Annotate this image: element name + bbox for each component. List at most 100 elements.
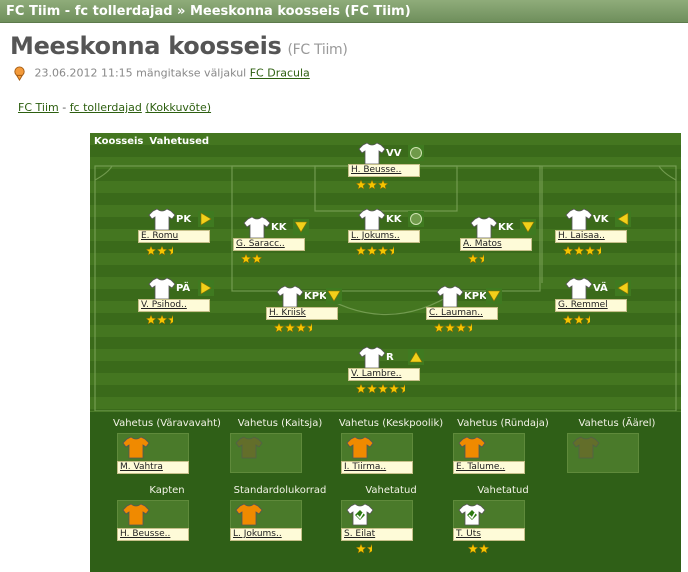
arrow-down-icon[interactable] <box>520 219 536 235</box>
match-text: 23.06.2012 11:15 mängitakse väljakul <box>34 66 247 80</box>
breadcrumb: FC Tiim - fc tollerdajad (Kokkuvõte) <box>18 101 211 114</box>
page-title-sub: (FC Tiim) <box>287 42 348 58</box>
circle-icon[interactable] <box>408 211 424 227</box>
bench-player-name[interactable]: L. Jokums.. <box>230 528 302 541</box>
arrow-left-icon[interactable] <box>615 280 631 296</box>
bench-slot[interactable]: Standardolukorrad L. Jokums.. <box>225 485 335 565</box>
bench-slot[interactable]: Vahetatud T. Uts <box>448 485 558 565</box>
top-sep: » <box>172 4 190 19</box>
player-card[interactable]: KPK C. Lauman.. <box>426 284 506 344</box>
rating-stars <box>468 543 490 554</box>
bench-slot-label: Kapten <box>149 485 185 496</box>
player-card[interactable]: VV H. Beusse.. <box>348 141 428 201</box>
arrow-up-icon[interactable] <box>408 349 424 365</box>
player-card[interactable]: VÄ G. Remmel <box>555 276 635 336</box>
bench-slot[interactable]: Vahetus (Äärel) <box>562 418 672 498</box>
player-position: KK <box>498 222 514 233</box>
empty-shirt-icon <box>235 436 263 459</box>
bench-slot[interactable]: Kapten H. Beusse.. <box>112 485 222 565</box>
player-card[interactable]: KK A. Matos <box>460 215 540 275</box>
bench-player-name[interactable]: H. Beusse.. <box>117 528 189 541</box>
rating-stars <box>356 383 416 394</box>
stadium-link[interactable]: FC Dracula <box>250 67 310 80</box>
player-name[interactable]: V. Lambre.. <box>348 368 420 381</box>
bench-player-name[interactable]: T. Uts <box>453 528 525 541</box>
bench-player-name[interactable]: E. Talume.. <box>453 461 525 474</box>
arrow-right-icon[interactable] <box>198 280 214 296</box>
player-position: KK <box>386 214 402 225</box>
match-info: 23.06.2012 11:15 mängitakse väljakul FC … <box>12 66 310 81</box>
bench-player-name[interactable]: M. Vahtra <box>117 461 189 474</box>
bench-slot-label: Vahetatud <box>477 485 529 496</box>
player-name[interactable]: C. Lauman.. <box>426 307 498 320</box>
player-card[interactable]: KK L. Jokums.. <box>348 207 428 267</box>
player-name[interactable]: A. Matos <box>460 238 532 251</box>
player-position: R <box>386 352 394 363</box>
page-title: Meeskonna koosseis (FC Tiim) <box>10 32 348 60</box>
player-position: KPK <box>304 291 327 302</box>
player-name[interactable]: V. Psihod.. <box>138 299 210 312</box>
player-name[interactable]: H. Kriisk <box>266 307 338 320</box>
player-card[interactable]: R V. Lambre.. <box>348 345 428 405</box>
arrow-down-icon[interactable] <box>293 219 309 235</box>
player-position: KK <box>271 222 287 233</box>
circle-icon[interactable] <box>408 145 424 161</box>
rating-stars <box>563 245 623 257</box>
player-name[interactable]: G. Remmel <box>555 299 627 312</box>
player-card[interactable]: PK E. Romu <box>138 207 218 267</box>
bench-slot[interactable]: Vahetatud S. Eilat <box>336 485 446 565</box>
shirt-icon <box>458 436 486 459</box>
shirt-icon <box>565 208 593 231</box>
shirt-icon <box>470 216 498 239</box>
rating-stars <box>146 245 206 256</box>
player-card[interactable]: KPK H. Kriisk <box>266 284 346 344</box>
empty-shirt-icon <box>572 436 600 459</box>
rating-stars <box>356 179 389 190</box>
top-sep: - <box>60 4 75 19</box>
bench-slot-label: Standardolukorrad <box>233 485 327 496</box>
crumb-team-link[interactable]: fc tollerdajad <box>70 101 142 114</box>
top-breadcrumb-bar: FC Tiim - fc tollerdajad » Meeskonna koo… <box>0 0 688 23</box>
arrow-right-icon[interactable] <box>198 211 214 227</box>
player-name[interactable]: H. Beusse.. <box>348 164 420 177</box>
match-icon <box>14 66 25 81</box>
tab-lineup[interactable]: Koosseis <box>94 136 143 147</box>
shirt-icon <box>235 503 263 526</box>
bench-slot-label: Vahetus (Ründaja) <box>457 418 549 429</box>
crumb-sep: - <box>58 101 70 114</box>
page-title-main: Meeskonna koosseis <box>10 32 282 60</box>
arrow-down-icon[interactable] <box>326 288 342 304</box>
crumb-summary-link[interactable]: (Kokkuvõte) <box>145 101 211 114</box>
rating-stars <box>146 314 206 325</box>
player-name[interactable]: E. Romu <box>138 230 210 243</box>
player-name[interactable]: G. Saracc.. <box>233 238 305 251</box>
arrow-down-icon[interactable] <box>486 288 502 304</box>
shirt-icon <box>436 285 464 308</box>
crumb-club-link[interactable]: FC Tiim <box>18 101 59 114</box>
bench-player-name[interactable]: S. Eilat <box>341 528 413 541</box>
bench-player-name[interactable]: I. Tiirma.. <box>341 461 413 474</box>
top-club-link[interactable]: FC Tiim <box>6 4 60 19</box>
top-team-link[interactable]: fc tollerdajad <box>75 4 173 19</box>
player-position: PK <box>176 214 192 225</box>
shirt-icon <box>148 208 176 231</box>
bench-slot-label: Vahetatud <box>365 485 417 496</box>
rating-stars <box>468 253 528 264</box>
player-card[interactable]: VK H. Laisaa.. <box>555 207 635 267</box>
substituted-shirt-icon <box>346 503 374 526</box>
shirt-icon <box>358 346 386 369</box>
player-position: VV <box>386 148 402 159</box>
shirt-icon <box>346 436 374 459</box>
player-name[interactable]: L. Jokums.. <box>348 230 420 243</box>
bench-slot-label: Vahetus (Väravavaht) <box>113 418 221 429</box>
rating-stars <box>356 543 416 554</box>
player-card[interactable]: PÄ V. Psihod.. <box>138 276 218 336</box>
bench-slot-label: Vahetus (Äärel) <box>578 418 656 429</box>
player-name[interactable]: H. Laisaa.. <box>555 230 627 243</box>
player-card[interactable]: KK G. Saracc.. <box>233 215 313 275</box>
rating-stars <box>356 245 416 257</box>
tab-substitutions[interactable]: Vahetused <box>149 136 209 147</box>
shirt-icon <box>565 277 593 300</box>
rating-stars <box>241 253 263 264</box>
arrow-left-icon[interactable] <box>615 211 631 227</box>
